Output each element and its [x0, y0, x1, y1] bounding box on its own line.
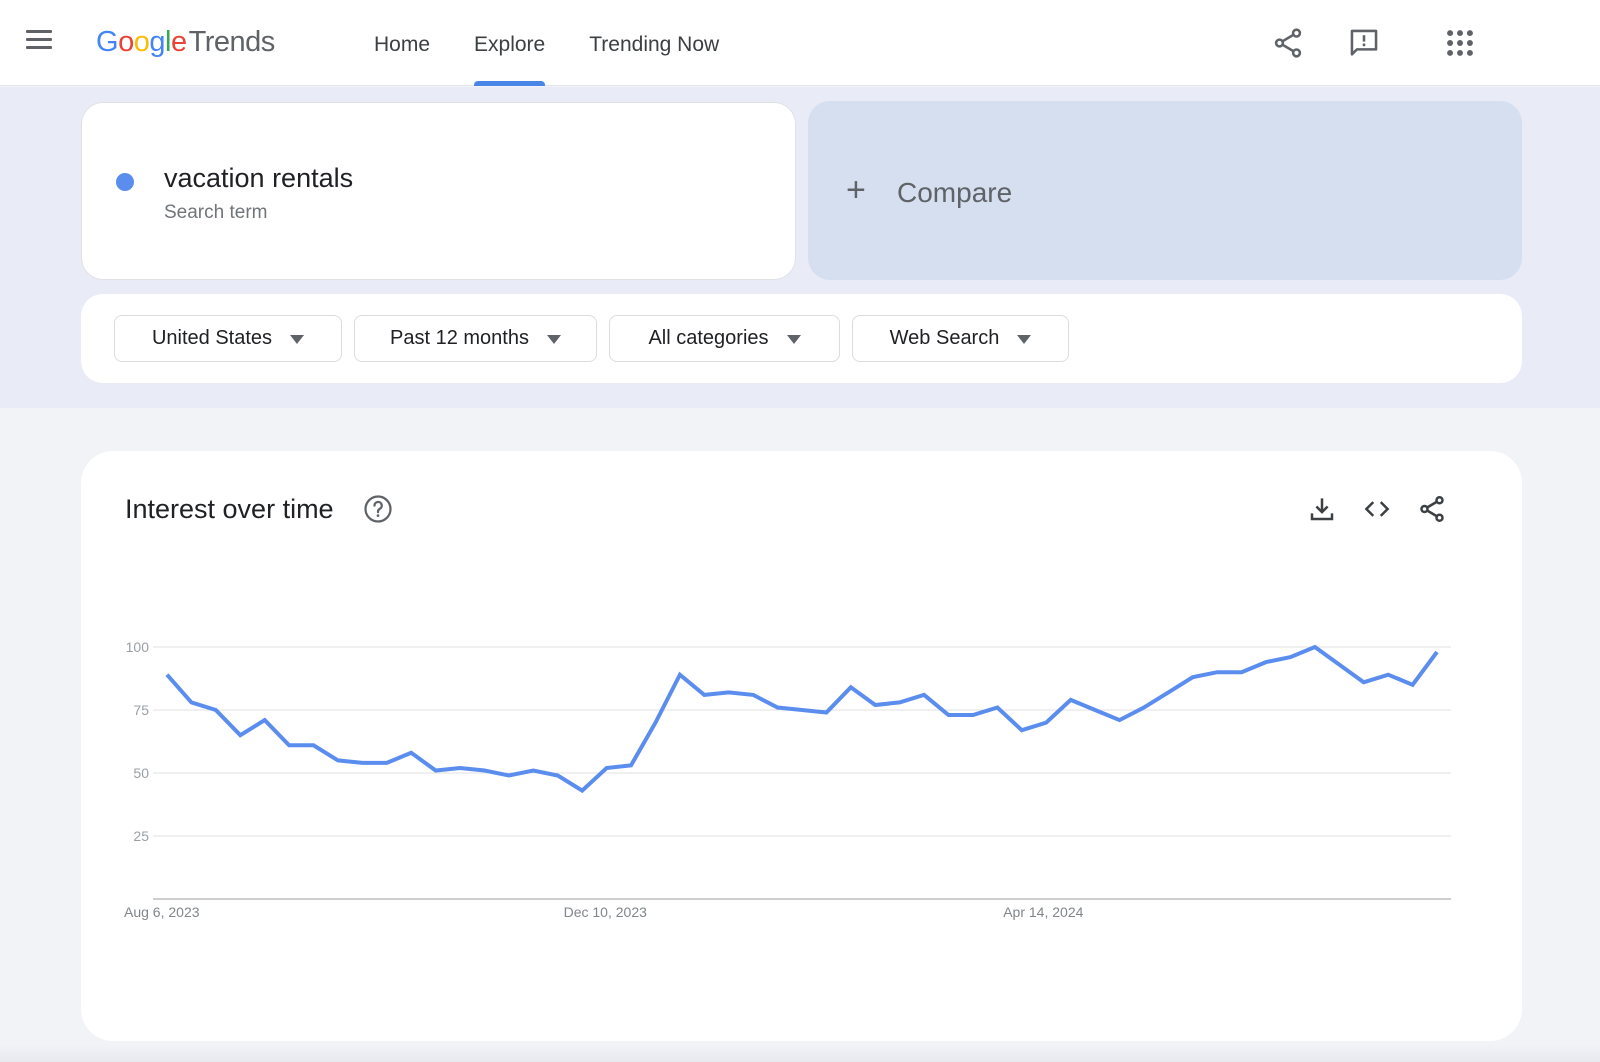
y-tick-label: 25	[133, 828, 149, 844]
series-line-vacation-rentals	[165, 644, 1439, 794]
x-tick-label: Apr 14, 2024	[1003, 904, 1083, 920]
interest-over-time-chart: 25 50 75 100 Aug 6, 2023 Dec 10, 2023 Apr 14,…	[124, 639, 1451, 920]
y-tick-label: 100	[126, 639, 150, 655]
x-tick-label: Aug 6, 2023	[124, 904, 200, 920]
y-tick-label: 75	[133, 702, 149, 718]
y-tick-label: 50	[133, 765, 149, 781]
x-tick-label: Dec 10, 2023	[564, 904, 647, 920]
page-bottom	[0, 1045, 1600, 1062]
